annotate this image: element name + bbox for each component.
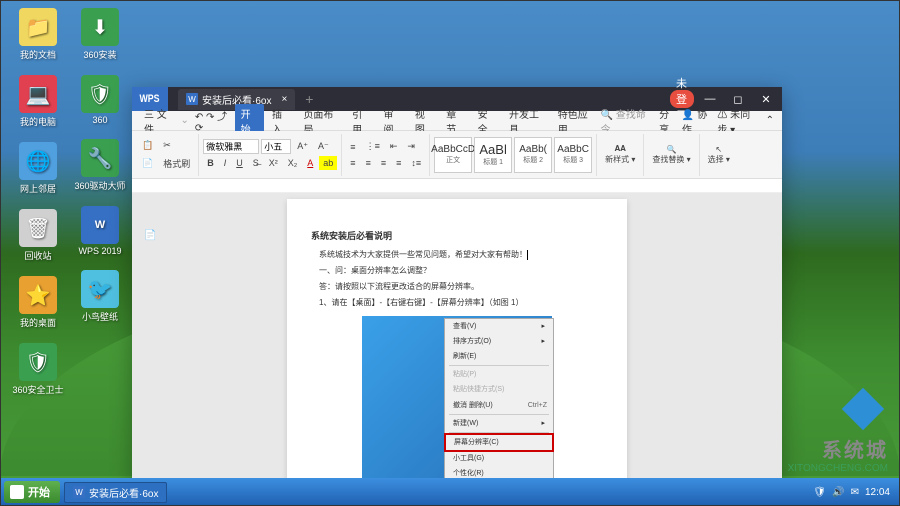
copy-button[interactable]: 📄: [138, 156, 157, 171]
ctx-item: 撤消 删除(U)Ctrl+Z: [445, 398, 553, 413]
desktop: 📁我的文档 💻我的电脑 🌐网上邻居 🗑回收站 ⭐我的桌面 🛡360安全卫士 ⬇3…: [0, 0, 900, 506]
tray-icon[interactable]: 🔊: [832, 487, 844, 498]
new-style-button[interactable]: 𝐀𝐀新样式 ▾: [601, 142, 639, 167]
format-painter[interactable]: 格式刷: [159, 155, 194, 172]
indent-dec-button[interactable]: ⇤: [386, 139, 402, 154]
find-replace-button[interactable]: 🔍查找替换 ▾: [648, 143, 694, 167]
tray-icon[interactable]: 🛡: [813, 487, 826, 498]
windows-icon: [10, 485, 24, 499]
desktop-icon[interactable]: 🗑回收站: [8, 209, 68, 262]
desktop-icons: 📁我的文档 💻我的电脑 🌐网上邻居 🗑回收站 ⭐我的桌面 🛡360安全卫士: [8, 8, 68, 396]
taskbar-app-button[interactable]: W 安装后必看·6ox: [64, 482, 167, 503]
ctx-item: 刷新(E): [445, 349, 553, 364]
embedded-screenshot-1: 查看(V)▸ 排序方式(O)▸ 刷新(E) 粘贴(P) 粘贴快捷方式(S) 撤消…: [362, 316, 552, 484]
text-cursor: [527, 250, 528, 260]
ctx-item: 新建(W)▸: [445, 416, 553, 431]
ruler[interactable]: [132, 179, 782, 193]
collapse-ribbon-icon[interactable]: ⌃: [766, 115, 774, 126]
context-menu: 查看(V)▸ 排序方式(O)▸ 刷新(E) 粘贴(P) 粘贴快捷方式(S) 撤消…: [444, 318, 554, 483]
desktop-icon[interactable]: 🔧360驱动大师: [70, 139, 130, 192]
desktop-icon[interactable]: 💻我的电脑: [8, 75, 68, 128]
watermark-logo-icon: [838, 384, 888, 434]
strike-button[interactable]: S̶: [249, 156, 263, 170]
font-name-input[interactable]: [203, 139, 259, 154]
desktop-icon[interactable]: WWPS 2019: [70, 206, 130, 256]
taskbar: 开始 W 安装后必看·6ox 🛡 🔊 ✉ 12:04: [0, 478, 900, 506]
ribbon: 📋✂ 📄格式刷 A⁺ A⁻ B I U S̶ X² X₂ A: [132, 131, 782, 179]
select-button[interactable]: ↖选择 ▾: [704, 143, 734, 167]
desktop-icon[interactable]: 🛡360安全卫士: [8, 343, 68, 396]
document-sidebar-icon[interactable]: 📄: [144, 230, 156, 241]
system-tray[interactable]: 🛡 🔊 ✉ 12:04: [813, 487, 896, 498]
cut-button[interactable]: ✂: [159, 138, 175, 153]
ctx-item: 查看(V)▸: [445, 319, 553, 334]
desktop-icon[interactable]: 🛡360: [70, 75, 130, 125]
align-left-button[interactable]: ≡: [346, 156, 359, 170]
paste-button[interactable]: 📋: [138, 138, 157, 153]
bold-button[interactable]: B: [203, 156, 218, 170]
ctx-item: 粘贴快捷方式(S): [445, 382, 553, 397]
desktop-icon[interactable]: 🐦小鸟壁纸: [70, 270, 130, 323]
watermark: 系统城 XITONGCHENG.COM: [788, 384, 888, 474]
italic-button[interactable]: I: [220, 156, 231, 170]
clock[interactable]: 12:04: [865, 487, 890, 498]
ctx-item: 小工具(G): [445, 451, 553, 466]
word-icon: W: [73, 486, 85, 498]
justify-button[interactable]: ≡: [392, 156, 405, 170]
desktop-icon[interactable]: 📁我的文档: [8, 8, 68, 61]
highlight-button[interactable]: ab: [319, 156, 337, 170]
document-area[interactable]: 系统安装后必看说明 系统城技术为大家提供一些常见问题，希望对大家有帮助！ 一、问…: [132, 193, 782, 484]
doc-paragraph: 答：请按照以下流程更改适合的屏幕分辨率。: [311, 281, 603, 294]
style-h1[interactable]: AaBl标题 1: [474, 137, 512, 173]
shrink-font-button[interactable]: A⁻: [314, 139, 333, 154]
doc-paragraph: 一、问：桌面分辨率怎么调整？: [311, 265, 603, 278]
style-normal[interactable]: AaBbCcD正文: [434, 137, 472, 173]
tray-icon[interactable]: ✉: [851, 487, 859, 498]
doc-paragraph: 系统城技术为大家提供一些常见问题，希望对大家有帮助！: [311, 249, 603, 262]
sub-button[interactable]: X₂: [284, 156, 302, 170]
style-h2[interactable]: AaBb(标题 2: [514, 137, 552, 173]
bullet-list-button[interactable]: ≡: [346, 140, 359, 154]
desktop-icon[interactable]: ⬇360安装: [70, 8, 130, 61]
grow-font-button[interactable]: A⁺: [293, 139, 312, 154]
desktop-icon[interactable]: ⭐我的桌面: [8, 276, 68, 329]
wps-window: WPS W 安装后必看·6ox × + 未登录 — ◻ ✕ 三 文件 ⌄ ↶ ↷…: [132, 87, 782, 484]
font-size-input[interactable]: [261, 139, 291, 154]
ctx-item-highlighted: 屏幕分辨率(C): [445, 434, 553, 451]
ctx-item: 粘贴(P): [445, 367, 553, 382]
doc-title: 系统安装后必看说明: [311, 229, 603, 243]
align-center-button[interactable]: ≡: [362, 156, 375, 170]
style-gallery[interactable]: AaBbCcD正文 AaBl标题 1 AaBb(标题 2 AaBbC标题 3: [434, 137, 592, 173]
ctx-item: 排序方式(O)▸: [445, 334, 553, 349]
font-color-button[interactable]: A: [303, 156, 317, 170]
align-right-button[interactable]: ≡: [377, 156, 390, 170]
number-list-button[interactable]: ⋮≡: [362, 139, 384, 154]
page: 系统安装后必看说明 系统城技术为大家提供一些常见问题，希望对大家有帮助！ 一、问…: [287, 199, 627, 484]
line-spacing-button[interactable]: ↕≡: [407, 156, 425, 170]
super-button[interactable]: X²: [265, 156, 282, 170]
desktop-icon[interactable]: 🌐网上邻居: [8, 142, 68, 195]
doc-paragraph: 1、请在【桌面】-【右键右键】-【屏幕分辨率】（如图 1）: [311, 297, 603, 310]
underline-button[interactable]: U: [232, 156, 247, 170]
menubar: 三 文件 ⌄ ↶ ↷ ⤴ ⟳ 开始 插入 页面布局 引用 审阅 视图 章节 安全…: [132, 111, 782, 131]
style-h3[interactable]: AaBbC标题 3: [554, 137, 592, 173]
indent-inc-button[interactable]: ⇥: [403, 139, 419, 154]
word-icon: W: [186, 93, 198, 105]
start-button[interactable]: 开始: [4, 481, 60, 503]
